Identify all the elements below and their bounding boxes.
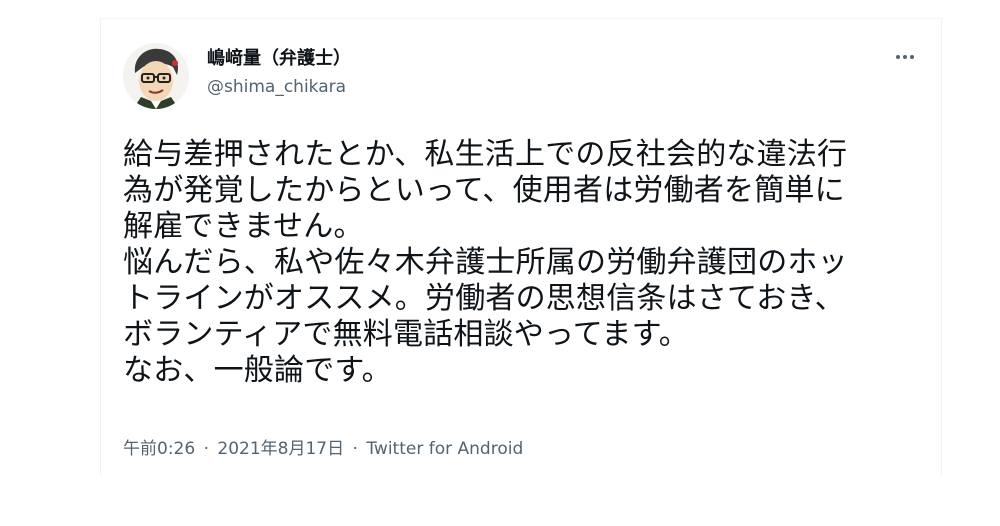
tweet-card: 嶋﨑量（弁護士） @shima_chikara 給与差押されたとか、私生活上での… xyxy=(100,18,942,476)
tweet-text-line: なお、一般論です。 xyxy=(123,353,392,388)
tweet-source[interactable]: Twitter for Android xyxy=(366,439,523,459)
author-display-name[interactable]: 嶋﨑量（弁護士） xyxy=(207,47,351,71)
more-dot xyxy=(896,55,900,59)
author-handle[interactable]: @shima_chikara xyxy=(207,75,351,99)
author-block: 嶋﨑量（弁護士） @shima_chikara xyxy=(207,47,351,99)
more-horizontal-icon[interactable] xyxy=(889,45,921,69)
tweet-text-line: 為が発覚したからといって、使用者は労働者を簡単に xyxy=(123,173,845,208)
avatar-illustration xyxy=(123,43,189,109)
tweet-text-line: 給与差押されたとか、私生活上での反社会的な違法行 xyxy=(123,137,848,172)
meta-separator: · xyxy=(352,439,358,459)
tweet-text-line: トラインがオススメ。労働者の思想信条はさておき、 xyxy=(123,281,845,316)
tweet-time[interactable]: 午前0:26 xyxy=(123,439,195,459)
tweet-meta: 午前0:26 · 2021年8月17日 · Twitter for Androi… xyxy=(123,437,523,461)
tweet-text-line: ボランティアで無料電話相談やってます。 xyxy=(123,317,689,352)
more-dot xyxy=(903,55,907,59)
tweet-text-line: 悩んだら、私や佐々木弁護士所属の労働弁護団のホッ xyxy=(123,245,848,280)
more-dot xyxy=(910,55,914,59)
avatar[interactable] xyxy=(123,43,189,109)
tweet-text-line: 解雇できません。 xyxy=(123,209,364,244)
tweet-date[interactable]: 2021年8月17日 xyxy=(217,439,344,459)
tweet-text: 給与差押されたとか、私生活上での反社会的な違法行 為が発覚したからといって、使用… xyxy=(123,137,923,389)
meta-separator: · xyxy=(203,439,209,459)
tweet-header: 嶋﨑量（弁護士） @shima_chikara xyxy=(123,43,923,113)
